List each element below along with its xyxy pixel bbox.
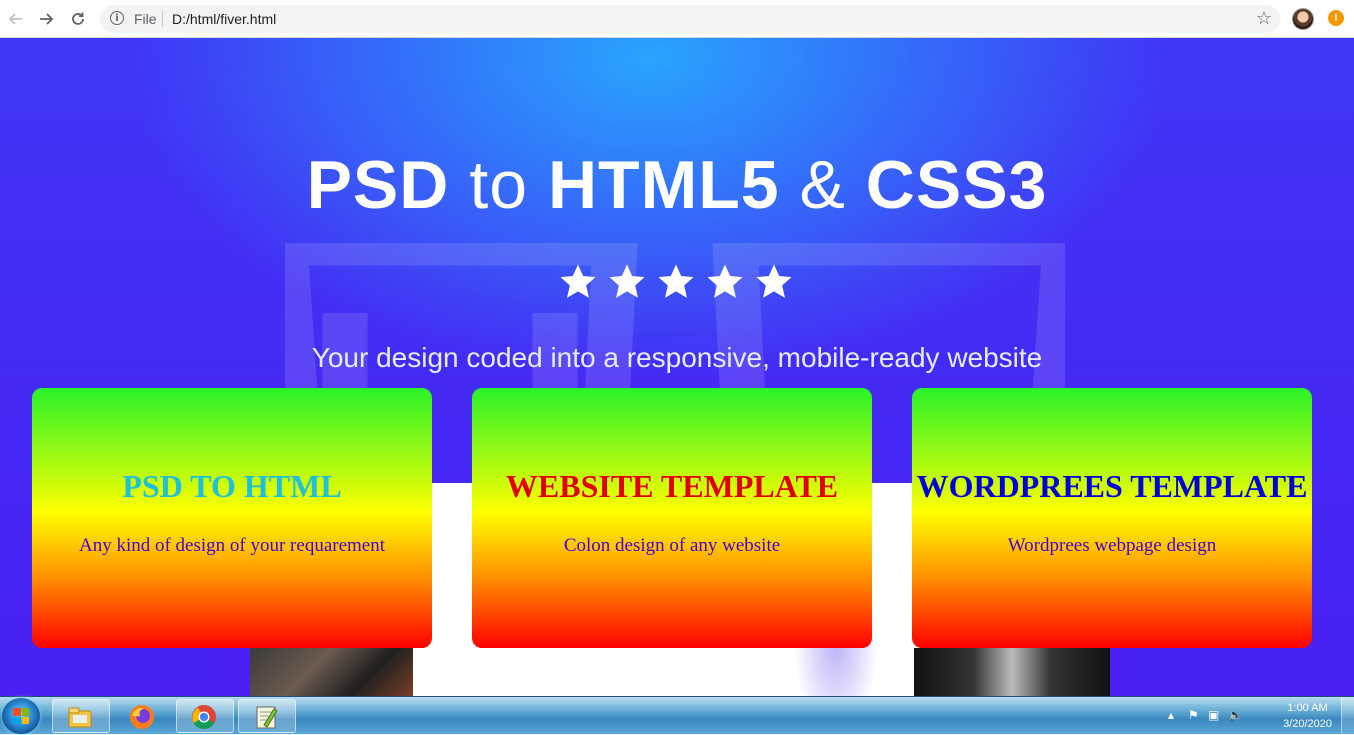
taskbar-explorer[interactable] [52,699,110,733]
hero-subtitle: Your design coded into a responsive, mob… [311,342,1043,373]
omnibox-divider [162,11,163,27]
start-button[interactable] [2,698,40,734]
hero-title-to: to [469,147,529,223]
back-arrow-icon[interactable] [4,7,28,31]
card-title: WORDPREES TEMPLATE [916,468,1308,504]
site-info-label: File [134,11,157,27]
star-icon [658,264,694,298]
hero-title-psd: PSD [306,147,450,223]
bookmark-star-icon[interactable]: ☆ [1256,8,1272,29]
forward-arrow-icon[interactable] [34,7,58,31]
windows-explorer-icon [68,707,92,728]
update-alert-icon[interactable]: ! [1328,10,1344,26]
firefox-icon [130,705,154,729]
star-icon [609,264,645,298]
profile-avatar[interactable] [1292,8,1314,30]
browser-toolbar: i File D:/html/fiver.html ☆ ! [0,0,1354,38]
taskbar-firefox[interactable] [114,699,172,733]
clock-time: 1:00 AM [1287,702,1328,714]
network-icon[interactable]: ▣ [1208,708,1219,722]
card-title: PSD TO HTML [122,468,342,504]
hero-title-amp: & [799,147,846,223]
windows-logo-icon [13,708,29,724]
rating-stars [558,262,794,302]
reload-icon[interactable] [66,7,90,31]
star-icon [756,264,792,298]
show-desktop-button[interactable] [1341,697,1354,735]
preview-photo-right [914,648,1110,696]
taskbar: ▴ ⚑ ▣ 🔈 1:00 AM 3/20/2020 [0,696,1354,735]
card-description: Colon design of any website [563,535,781,556]
url-text[interactable]: D:/html/fiver.html [172,11,276,27]
web-page: PSD to HTML5 & CSS3 Your design coded in… [0,38,1354,696]
hero-title: PSD to HTML5 & CSS3 [0,146,1354,224]
star-icon [560,264,596,298]
clock-date: 3/20/2020 [1283,718,1332,730]
service-card-wordpress-template[interactable]: WORDPREES TEMPLATE Wordprees webpage des… [912,388,1312,648]
system-tray: ▴ ⚑ ▣ 🔈 1:00 AM 3/20/2020 [1164,697,1354,735]
service-card-psd-to-html[interactable]: PSD TO HTML Any kind of design of your r… [32,388,432,648]
star-icon [707,264,743,298]
address-bar[interactable]: i File D:/html/fiver.html ☆ [100,5,1280,33]
volume-icon[interactable]: 🔈 [1228,708,1243,722]
card-description: Any kind of design of your requarement [78,535,386,556]
card-title: WEBSITE TEMPLATE [505,468,839,504]
notepad-plus-plus-icon [256,706,278,729]
hero-title-html: HTML5 [547,147,780,223]
chrome-icon [192,705,216,730]
service-card-website-template[interactable]: WEBSITE TEMPLATE Colon design of any web… [472,388,872,648]
card-description: Wordprees webpage design [1007,535,1217,556]
clock[interactable]: 1:00 AM 3/20/2020 [1283,700,1332,732]
taskbar-chrome[interactable] [176,699,234,733]
hero-title-css: CSS3 [865,147,1048,223]
action-center-flag-icon[interactable]: ⚑ [1188,708,1199,722]
preview-photo-left [248,648,413,696]
show-hidden-icons-arrow-icon[interactable]: ▴ [1168,708,1174,722]
info-icon[interactable]: i [110,11,124,25]
taskbar-notepad-plus-plus[interactable] [238,699,296,733]
